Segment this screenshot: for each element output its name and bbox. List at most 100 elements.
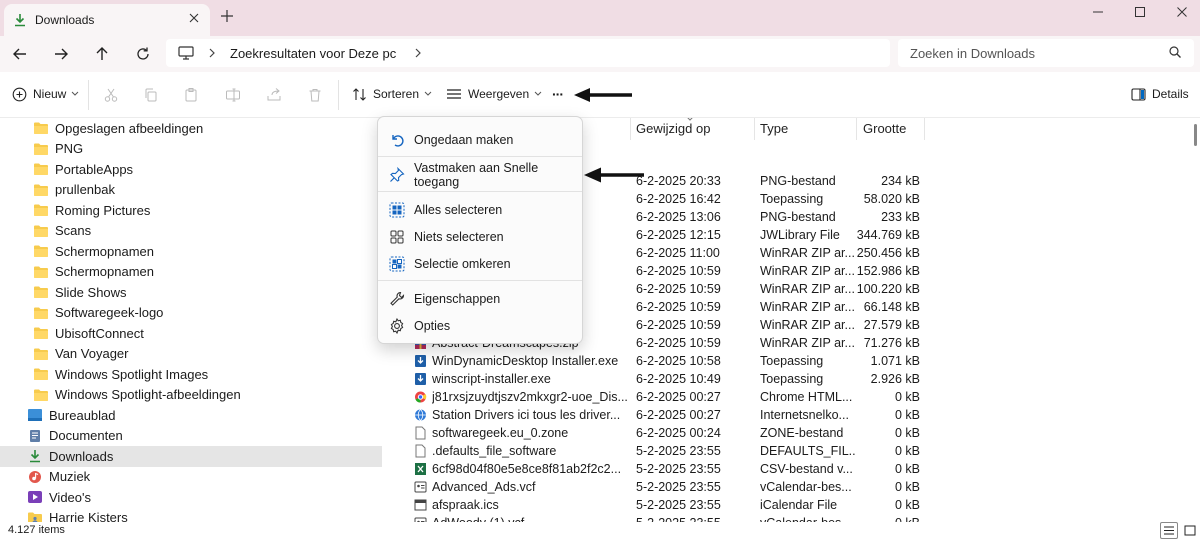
sidebar-item[interactable]: Opgeslagen afbeeldingen — [0, 118, 382, 139]
sidebar-item-label: Documenten — [49, 428, 123, 444]
chevron-right-icon[interactable] — [208, 48, 216, 58]
sidebar-item[interactable]: Bureaublad — [0, 405, 382, 426]
vertical-scrollbar[interactable] — [1186, 118, 1200, 522]
sidebar-item[interactable]: Schermopnamen — [0, 262, 382, 283]
folder-icon — [33, 306, 49, 320]
sort-button[interactable]: Sorteren — [352, 85, 432, 103]
sidebar-item[interactable]: Schermopnamen — [0, 241, 382, 262]
rename-icon[interactable] — [224, 86, 242, 104]
folder-icon — [33, 183, 49, 197]
search-icon[interactable] — [1168, 45, 1182, 59]
back-icon[interactable] — [11, 45, 29, 63]
table-row[interactable]: softwaregeek.eu_0.zone 6-2-2025 00:24 ZONE… — [396, 424, 1186, 442]
menu-item-select-all[interactable]: Alles selecteren — [382, 197, 578, 223]
file-size: 0 kB — [894, 390, 920, 404]
sidebar-item[interactable]: Slide Shows — [0, 282, 382, 303]
details-view-icon[interactable] — [1160, 522, 1178, 539]
search-input[interactable]: Zoeken in Downloads — [898, 39, 1194, 67]
copy-icon[interactable] — [142, 86, 160, 104]
table-row[interactable]: 6cf98d04f80e5e8ce8f81ab2f2c2... 5-2-2025 … — [396, 460, 1186, 478]
sidebar-item[interactable]: UbisoftConnect — [0, 323, 382, 344]
table-row[interactable]: afspraak.ics 5-2-2025 23:55 iCalendar File… — [396, 496, 1186, 514]
menu-item-label: Alles selecteren — [414, 203, 503, 217]
column-divider[interactable] — [924, 118, 925, 140]
file-size: 58.020 kB — [863, 192, 920, 206]
menu-item-pin[interactable]: Vastmaken aan Snelle toegang — [382, 161, 578, 189]
sidebar-item[interactable]: PortableApps — [0, 159, 382, 180]
tiles-view-icon[interactable] — [1181, 522, 1199, 539]
sidebar-item-label: Slide Shows — [55, 284, 127, 300]
table-row[interactable]: AdWoody (1).vcf5-2-2025 23:55vCalendar-b… — [396, 514, 1186, 522]
file-modified: 5-2-2025 23:55 — [636, 444, 721, 458]
column-modified[interactable]: Gewijzigd op — [636, 121, 710, 136]
column-size[interactable]: Grootte — [863, 121, 906, 136]
table-row[interactable]: .defaults_file_software 5-2-2025 23:55 DEF… — [396, 442, 1186, 460]
delete-icon[interactable] — [306, 86, 324, 104]
column-divider[interactable] — [630, 118, 631, 140]
refresh-icon[interactable] — [134, 45, 152, 63]
table-row[interactable]: j81rxsjzuydtjszv2mkxgr2-uoe_Dis... 6-2-20… — [396, 388, 1186, 406]
folder-icon — [33, 244, 49, 258]
table-row[interactable]: Advanced_Ads.vcf 5-2-2025 23:55 vCalendar-… — [396, 478, 1186, 496]
sidebar-item[interactable]: Documenten — [0, 426, 382, 447]
column-divider[interactable] — [754, 118, 755, 140]
file-url-icon — [414, 408, 427, 422]
tab-title: Downloads — [35, 13, 95, 27]
sidebar-item[interactable]: Video's — [0, 487, 382, 508]
select-none-icon — [388, 228, 406, 246]
folder-icon — [33, 203, 49, 217]
address-bar[interactable]: Zoekresultaten voor Deze pc — [166, 39, 890, 67]
sidebar-item[interactable]: Downloads — [0, 446, 382, 467]
column-type[interactable]: Type — [760, 121, 788, 136]
sidebar-item[interactable]: PNG — [0, 139, 382, 160]
sidebar-item-label: Muziek — [49, 469, 91, 485]
column-divider[interactable] — [856, 118, 857, 140]
scrollbar-thumb[interactable] — [1194, 124, 1197, 146]
sidebar-item[interactable]: Softwaregeek-logo — [0, 303, 382, 324]
file-modified: 6-2-2025 00:27 — [636, 390, 721, 404]
sidebar-item[interactable]: Roming Pictures — [0, 200, 382, 221]
menu-item-undo[interactable]: Ongedaan maken — [382, 127, 578, 153]
up-icon[interactable] — [93, 45, 111, 63]
share-icon[interactable] — [265, 86, 283, 104]
table-row[interactable]: winscript-installer.exe 6-2-2025 10:49 Toe… — [396, 370, 1186, 388]
menu-item-invert-selection[interactable]: Selectie omkeren — [382, 251, 578, 277]
new-button[interactable]: Nieuw — [12, 85, 79, 103]
sidebar-item[interactable]: prullenbak — [0, 180, 382, 201]
sidebar-item[interactable]: Harrie Kisters — [0, 508, 382, 522]
chevron-right-icon[interactable] — [414, 48, 422, 58]
menu-item-properties[interactable]: Eigenschappen — [382, 286, 578, 312]
sidebar-item-label: Scans — [55, 223, 92, 239]
maximize-icon[interactable] — [1130, 4, 1150, 20]
forward-icon[interactable] — [52, 45, 70, 63]
new-tab-icon[interactable] — [220, 9, 234, 23]
sidebar-item[interactable]: Windows Spotlight-afbeeldingen — [0, 385, 382, 406]
menu-item-label: Opties — [414, 319, 451, 333]
folder-icon — [33, 265, 49, 279]
file-size: 100.220 kB — [856, 282, 920, 296]
download-icon — [27, 449, 43, 463]
close-tab-icon[interactable] — [188, 12, 200, 24]
table-row[interactable]: WinDynamicDesktop Installer.exe 6-2-2025 … — [396, 352, 1186, 370]
paste-icon[interactable] — [182, 86, 200, 104]
item-count: 4.127 items — [8, 524, 65, 536]
more-options-button[interactable]: ··· — [552, 85, 564, 103]
close-window-icon[interactable] — [1172, 4, 1192, 20]
menu-item-options[interactable]: Opties — [382, 313, 578, 339]
sidebar-item[interactable]: Muziek — [0, 467, 382, 488]
sidebar-item[interactable]: Van Voyager — [0, 344, 382, 365]
file-exe-icon — [414, 372, 427, 386]
breadcrumb[interactable]: Zoekresultaten voor Deze pc — [230, 46, 396, 61]
cut-icon[interactable] — [102, 86, 120, 104]
sidebar-item-label: UbisoftConnect — [55, 325, 144, 341]
menu-item-select-none[interactable]: Niets selecteren — [382, 224, 578, 250]
file-modified: 6-2-2025 20:33 — [636, 174, 721, 188]
view-button[interactable]: Weergeven — [446, 85, 542, 103]
sidebar-item-label: Schermopnamen — [55, 243, 154, 259]
minimize-icon[interactable] — [1088, 4, 1108, 20]
table-row[interactable]: Station Drivers ici tous les driver... 6-… — [396, 406, 1186, 424]
sidebar-item[interactable]: Scans — [0, 221, 382, 242]
tab-downloads[interactable]: Downloads — [4, 4, 210, 36]
sidebar-item[interactable]: Windows Spotlight Images — [0, 364, 382, 385]
details-button[interactable]: Details — [1131, 85, 1189, 103]
